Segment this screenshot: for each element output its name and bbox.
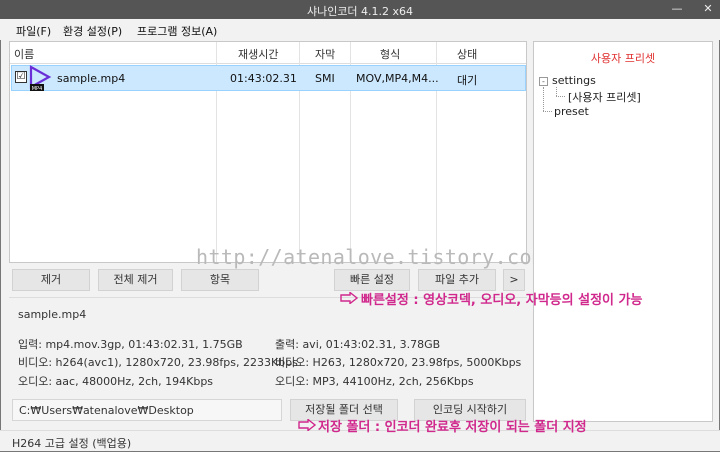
info-input-video: 비디오: h264(avc1), 1280x720, 23.98fps, 223… (18, 356, 298, 369)
info-filename: sample.mp4 (18, 308, 87, 321)
menu-bar: 파일(F) 환경 설정(P) 프로그램 정보(A) (0, 19, 720, 40)
info-input-audio: 오디오: aac, 48000Hz, 2ch, 194Kbps (18, 375, 214, 388)
collapse-icon[interactable]: - (539, 77, 548, 86)
close-icon[interactable]: ✕ (700, 1, 716, 17)
add-file-button[interactable]: 파일 추가 (418, 269, 496, 291)
preset-title: 사용자 프리셋 (590, 52, 656, 65)
file-subtitle: SMI (315, 72, 335, 85)
tree-item-preset[interactable]: preset (554, 105, 589, 118)
play-icon: MP4 (29, 65, 52, 92)
menu-file[interactable]: 파일(F) (16, 23, 51, 39)
tree-item-user-preset[interactable]: [사용자 프리셋] (568, 89, 641, 105)
output-path-field[interactable]: C:₩Users₩atenalove₩Desktop (12, 399, 282, 421)
info-output-video: 비디오: H263, 1280x720, 23.98fps, 5000Kbps (275, 356, 522, 369)
file-name: sample.mp4 (57, 72, 126, 85)
column-status[interactable]: 상태 (457, 46, 477, 62)
item-button[interactable]: 항목 (181, 269, 259, 291)
menu-program-info[interactable]: 프로그램 정보(A) (137, 23, 217, 39)
row-checkbox[interactable]: ☑ (15, 71, 27, 83)
column-name[interactable]: 이름 (14, 46, 34, 62)
file-list-header: 이름 재생시간 자막 형식 상태 (10, 42, 526, 64)
info-output-audio: 오디오: MP3, 44100Hz, 2ch, 256Kbps (275, 375, 474, 388)
file-info-panel: sample.mp4 입력: mp4.mov.3gp, 01:43:02.31,… (9, 297, 527, 391)
status-text: H264 고급 설정 (백업용) (12, 437, 132, 450)
title-bar: 샤나인코더 4.1.2 x64 — ✕ (0, 0, 720, 19)
mp4-badge: MP4 (32, 86, 43, 92)
file-format: MOV,MP4,M4... (356, 72, 439, 85)
info-input: 입력: mp4.mov.3gp, 01:43:02.31, 1.75GB (18, 338, 243, 351)
annotation-save-folder: 저장 폴더 : 인코더 완료후 저장이 되는 폴더 지정 (318, 420, 587, 435)
watermark: http://atenalove.tistory.com (196, 245, 545, 269)
remove-button[interactable]: 제거 (12, 269, 90, 291)
file-status: 대기 (457, 74, 478, 87)
tree-line (556, 96, 565, 97)
menu-preferences[interactable]: 환경 설정(P) (63, 23, 122, 39)
file-list[interactable]: 이름 재생시간 자막 형식 상태 ☑ MP4 sample.mp4 01:43:… (9, 41, 527, 263)
quick-settings-button[interactable]: 빠른 설정 (334, 269, 410, 291)
annotation-quick-settings: 빠른설정 : 영상코덱, 오디오, 자막등의 설정이 가능 (361, 293, 643, 308)
window-title: 샤나인코더 4.1.2 x64 (306, 5, 414, 18)
tree-line (543, 87, 544, 111)
column-duration[interactable]: 재생시간 (238, 46, 278, 62)
info-output: 출력: avi, 01:43:02.31, 3.78GB (275, 338, 441, 351)
arrow-right-icon (298, 419, 316, 431)
minimize-icon[interactable]: — (669, 1, 685, 17)
tree-line (556, 87, 557, 96)
column-subtitle[interactable]: 자막 (315, 46, 335, 62)
arrow-right-icon (340, 292, 358, 304)
tree-line (543, 111, 552, 112)
tree-item-settings[interactable]: settings (552, 74, 596, 87)
file-duration: 01:43:02.31 (230, 72, 297, 85)
preset-panel: 사용자 프리셋 - settings [사용자 프리셋] preset (533, 41, 713, 422)
column-format[interactable]: 형식 (380, 46, 400, 62)
table-row[interactable]: ☑ MP4 sample.mp4 01:43:02.31 SMI MOV,MP4… (11, 65, 526, 92)
remove-all-button[interactable]: 전체 제거 (98, 269, 173, 291)
more-button[interactable]: > (503, 269, 525, 291)
